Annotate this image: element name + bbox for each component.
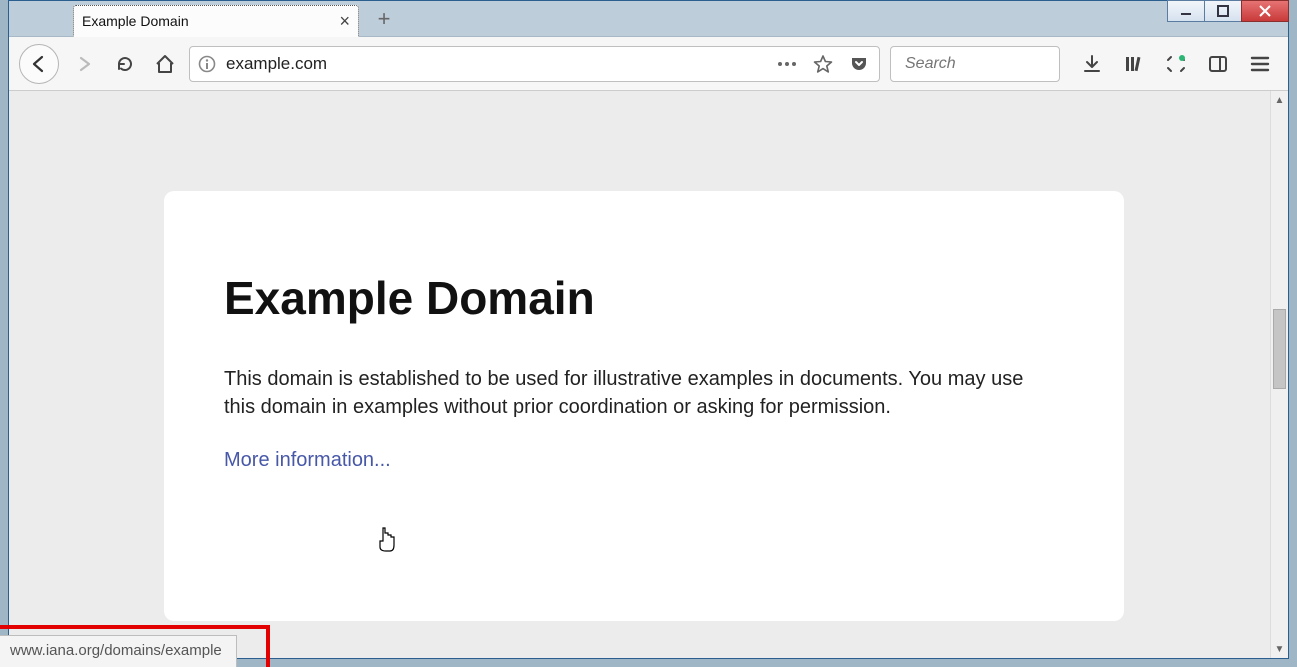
browser-tab[interactable]: Example Domain × (73, 5, 359, 37)
download-icon (1082, 54, 1102, 74)
more-information-link[interactable]: More information... (224, 449, 391, 471)
scroll-thumb[interactable] (1273, 309, 1286, 389)
tab-close-button[interactable]: × (339, 12, 350, 30)
plus-icon: + (378, 6, 391, 32)
status-bar-link-preview: www.iana.org/domains/example (0, 635, 237, 667)
search-bar[interactable] (890, 46, 1060, 82)
info-icon (198, 55, 216, 73)
forward-icon (76, 55, 94, 73)
downloads-button[interactable] (1080, 52, 1104, 76)
scroll-up-button[interactable]: ▲ (1271, 91, 1288, 109)
library-icon (1124, 54, 1144, 74)
new-tab-button[interactable]: + (369, 4, 399, 34)
page-heading: Example Domain (224, 271, 1064, 325)
library-button[interactable] (1122, 52, 1146, 76)
hamburger-icon (1250, 56, 1270, 72)
content-card: Example Domain This domain is establishe… (164, 191, 1124, 621)
page-paragraph: This domain is established to be used fo… (224, 365, 1044, 421)
minimize-button[interactable] (1167, 0, 1205, 22)
back-icon (29, 54, 49, 74)
url-input[interactable] (226, 54, 765, 74)
home-button[interactable] (151, 50, 179, 78)
reload-button[interactable] (111, 50, 139, 78)
home-icon (154, 53, 176, 75)
forward-button (71, 50, 99, 78)
reload-icon (115, 54, 135, 74)
pocket-button[interactable] (847, 52, 871, 76)
tab-title: Example Domain (82, 13, 331, 29)
site-identity-button[interactable] (198, 55, 216, 73)
close-window-button[interactable] (1241, 0, 1289, 22)
navigation-toolbar (9, 37, 1288, 91)
app-menu-button[interactable] (1248, 52, 1272, 76)
window-controls (1168, 0, 1289, 22)
star-icon (813, 54, 833, 74)
address-bar[interactable] (189, 46, 880, 82)
page-actions (775, 52, 871, 76)
close-icon (1258, 4, 1272, 18)
minimize-icon (1180, 5, 1192, 17)
sidebar-icon (1208, 54, 1228, 74)
nav-buttons (19, 44, 179, 84)
pocket-icon (849, 54, 869, 74)
scroll-down-button[interactable]: ▼ (1271, 640, 1288, 658)
scroll-track[interactable] (1271, 109, 1288, 640)
page-action-menu-button[interactable] (775, 52, 799, 76)
back-button[interactable] (19, 44, 59, 84)
meatballs-icon (777, 61, 797, 67)
screenshot-button[interactable] (1164, 52, 1188, 76)
maximize-button[interactable] (1204, 0, 1242, 22)
browser-window: Example Domain × + (8, 0, 1289, 659)
page-viewport: Example Domain This domain is establishe… (9, 91, 1270, 658)
screenshot-icon (1165, 54, 1187, 74)
sidebar-button[interactable] (1206, 52, 1230, 76)
tab-strip: Example Domain × + (9, 1, 1288, 37)
bookmark-button[interactable] (811, 52, 835, 76)
vertical-scrollbar[interactable]: ▲ ▼ (1270, 91, 1288, 658)
maximize-icon (1217, 5, 1229, 17)
toolbar-right-buttons (1070, 52, 1278, 76)
